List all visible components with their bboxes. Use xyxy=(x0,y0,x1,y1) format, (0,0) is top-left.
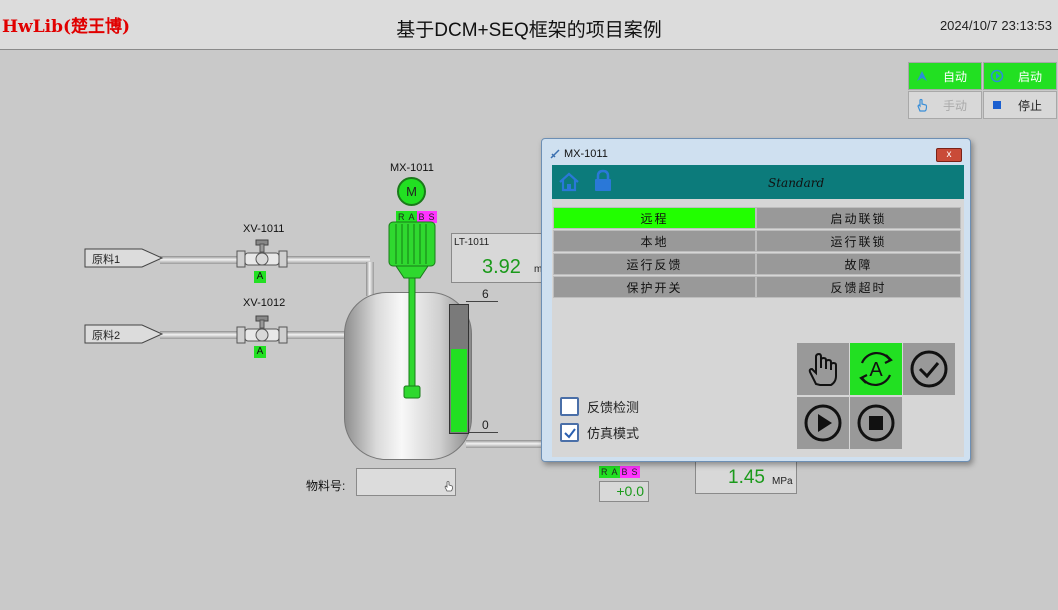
hand-pointer-icon xyxy=(917,98,928,112)
confirm-button[interactable] xyxy=(903,343,955,395)
dialog-title: MX-1011 xyxy=(564,148,608,160)
auto-button[interactable]: 自动 xyxy=(908,62,982,90)
auto-mode-button[interactable]: A xyxy=(850,343,902,395)
valve-1-icon[interactable] xyxy=(236,238,288,268)
pump-flag-a: A xyxy=(609,466,620,478)
level-max-label: 6 xyxy=(482,287,489,301)
hand-icon xyxy=(808,352,837,386)
valve-1-state: A xyxy=(254,271,266,283)
datetime-display: 2024/10/7 23:13:53 xyxy=(939,18,1052,33)
dialog-toolbar: Standard xyxy=(552,165,964,199)
start-button-label: 启动 xyxy=(1018,69,1043,84)
checkmark-icon xyxy=(564,428,576,439)
play-icon xyxy=(804,404,842,442)
auto-icon: A xyxy=(859,351,893,387)
stop-button[interactable]: 停止 xyxy=(983,91,1057,119)
feedback-check-box[interactable] xyxy=(560,397,579,416)
outlet-pipe xyxy=(466,440,546,448)
level-bar-fill xyxy=(451,348,467,432)
pump-flag-r: R xyxy=(599,466,610,478)
valve-1-tag: XV-1011 xyxy=(243,223,285,235)
level-scale-max: 6 xyxy=(466,287,498,302)
start-icon xyxy=(990,69,1004,83)
level-min-label: 0 xyxy=(482,418,489,432)
status-remote: 远程 xyxy=(553,207,756,229)
source-tag-1[interactable]: 原料1 xyxy=(84,248,164,268)
feedback-check-checkbox[interactable]: 反馈检测 xyxy=(560,397,639,416)
inlet-pipe-1-drop xyxy=(366,262,374,296)
pump-flag-s: S xyxy=(629,466,640,478)
dialog-body: Standard 远程 启动联锁 本地 运行联锁 运行反馈 故障 保护开关 反馈… xyxy=(552,165,964,457)
header-bar: HwLib(楚王博) 基于DCM+SEQ框架的项目案例 2024/10/7 23… xyxy=(0,0,1058,50)
dialog-app-icon xyxy=(550,149,560,159)
pressure-unit: MPa xyxy=(772,476,793,487)
material-input[interactable] xyxy=(356,468,456,496)
level-value: 3.92 xyxy=(482,256,521,278)
source-tag-2-label: 原料2 xyxy=(92,330,121,342)
auto-button-label: 自动 xyxy=(943,69,968,84)
simulation-mode-box[interactable] xyxy=(560,423,579,442)
lock-icon[interactable] xyxy=(592,169,614,193)
auto-icon-letter: A xyxy=(869,359,883,381)
stop-square-icon xyxy=(993,101,1001,109)
confirm-icon xyxy=(910,350,948,388)
status-fault: 故障 xyxy=(756,253,961,275)
home-icon[interactable] xyxy=(558,171,580,193)
motor-label: M xyxy=(406,184,417,199)
stop-button-label: 停止 xyxy=(1018,98,1043,113)
feedback-check-label: 反馈检测 xyxy=(587,400,640,415)
auto-arrow-icon xyxy=(917,71,927,81)
motor-status-icon[interactable]: M xyxy=(397,177,426,206)
manual-mode-button[interactable] xyxy=(797,343,849,395)
status-start-interlock: 启动联锁 xyxy=(756,207,961,229)
status-run-feedback: 运行反馈 xyxy=(553,253,756,275)
pressure-value: 1.45 xyxy=(728,467,765,488)
source-tag-1-label: 原料1 xyxy=(92,254,121,266)
page-title: 基于DCM+SEQ框架的项目案例 xyxy=(396,20,662,41)
pump-flags: R A B S xyxy=(599,466,640,478)
cursor-hand-icon xyxy=(444,481,453,492)
start-button[interactable]: 启动 xyxy=(983,62,1057,90)
simulation-mode-label: 仿真模式 xyxy=(587,426,640,441)
manual-button[interactable]: 手动 xyxy=(908,91,982,119)
valve-2-tag: XV-1012 xyxy=(243,297,286,309)
level-tag: LT-1011 xyxy=(454,237,490,248)
mixer-tag: MX-1011 xyxy=(390,162,434,174)
control-mode-label: Standard xyxy=(768,176,825,190)
valve-2-state: A xyxy=(254,346,266,358)
status-protect-switch: 保护开关 xyxy=(553,276,756,298)
pressure-display[interactable]: 1.45 MPa xyxy=(695,458,797,494)
material-label: 物料号: xyxy=(306,479,346,493)
stop-icon xyxy=(857,404,895,442)
status-local: 本地 xyxy=(553,230,756,252)
status-run-interlock: 运行联锁 xyxy=(756,230,961,252)
pump-value-display[interactable]: +0.0 xyxy=(599,481,649,502)
level-bar xyxy=(449,304,469,434)
dialog-close-button[interactable]: x xyxy=(936,148,962,162)
run-button[interactable] xyxy=(797,397,849,449)
simulation-mode-checkbox[interactable]: 仿真模式 xyxy=(560,423,639,442)
level-scale-min: 0 xyxy=(466,418,498,433)
valve-2-icon[interactable] xyxy=(236,314,288,344)
agitator-motor-icon[interactable] xyxy=(386,220,438,402)
status-feedback-timeout: 反馈超时 xyxy=(756,276,961,298)
manual-button-label: 手动 xyxy=(943,98,968,113)
source-tag-2[interactable]: 原料2 xyxy=(84,324,164,344)
level-display[interactable]: LT-1011 3.92 m xyxy=(451,233,547,283)
pump-flag-b: B xyxy=(619,466,630,478)
device-faceplate-dialog: MX-1011 x Standard 远程 启动联锁 本地 运行联锁 运行反馈 … xyxy=(541,138,971,462)
stop-run-button[interactable] xyxy=(850,397,902,449)
